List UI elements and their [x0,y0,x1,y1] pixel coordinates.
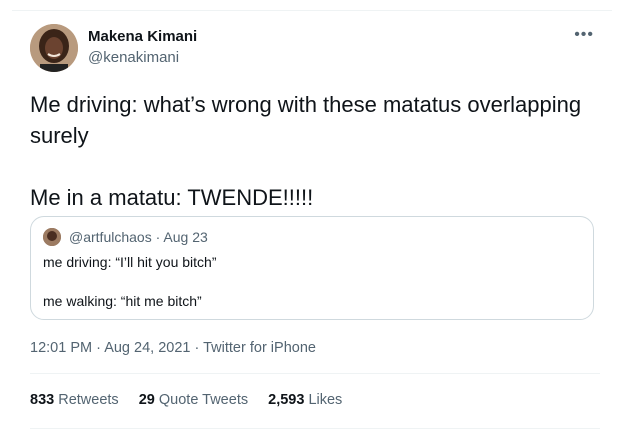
quote-tweets-count: 29 [138,392,155,408]
tweet-stats: 833 Retweets 29 Quote Tweets 2,593 Likes [30,392,358,408]
author-name[interactable]: Makena Kimani [88,28,197,45]
quoted-avatar-image [43,228,61,246]
tweet-time[interactable]: 12:01 PM [30,340,92,356]
more-horizontal-icon[interactable]: ••• [574,26,594,44]
tweet-meta: 12:01 PM · Aug 24, 2021 · Twitter for iP… [30,340,316,356]
quoted-separator: · [155,229,161,245]
meta-separator-1: · [96,340,101,356]
quote-tweets-label: Quote Tweets [158,392,249,408]
meta-separator-2: · [194,340,200,356]
quoted-author-avatar [43,228,61,246]
meta-divider [30,373,600,374]
retweets-label: Retweets [58,392,119,408]
quoted-tweet[interactable]: @artfulchaos · Aug 23 me driving: “I’ll … [30,216,594,320]
author-handle[interactable]: @kenakimani [88,49,179,66]
quoted-handle: @artfulchaos [69,229,152,245]
quoted-date: Aug 23 [163,229,208,245]
author-avatar[interactable] [30,24,78,72]
stats-divider [30,428,600,429]
tweet-source[interactable]: Twitter for iPhone [203,340,316,356]
likes-stat[interactable]: 2,593 Likes [268,392,342,408]
retweets-stat[interactable]: 833 Retweets [30,392,119,408]
quote-tweets-stat[interactable]: 29 Quote Tweets [139,392,248,408]
retweets-count: 833 [30,392,55,408]
likes-label: Likes [308,392,343,408]
likes-count: 2,593 [268,392,305,408]
quoted-tweet-header: @artfulchaos · Aug 23 [69,229,208,245]
top-divider [12,10,612,11]
avatar-image [30,24,78,72]
quoted-text-line-2: me walking: “hit me bitch” [43,293,202,309]
tweet-header: Makena Kimani @kenakimani ••• [30,22,600,72]
quoted-text-line-1: me driving: “I’ll hit you bitch” [43,254,217,270]
tweet-date[interactable]: Aug 24, 2021 [104,340,190,356]
tweet-text: Me driving: what’s wrong with these mata… [30,92,582,210]
